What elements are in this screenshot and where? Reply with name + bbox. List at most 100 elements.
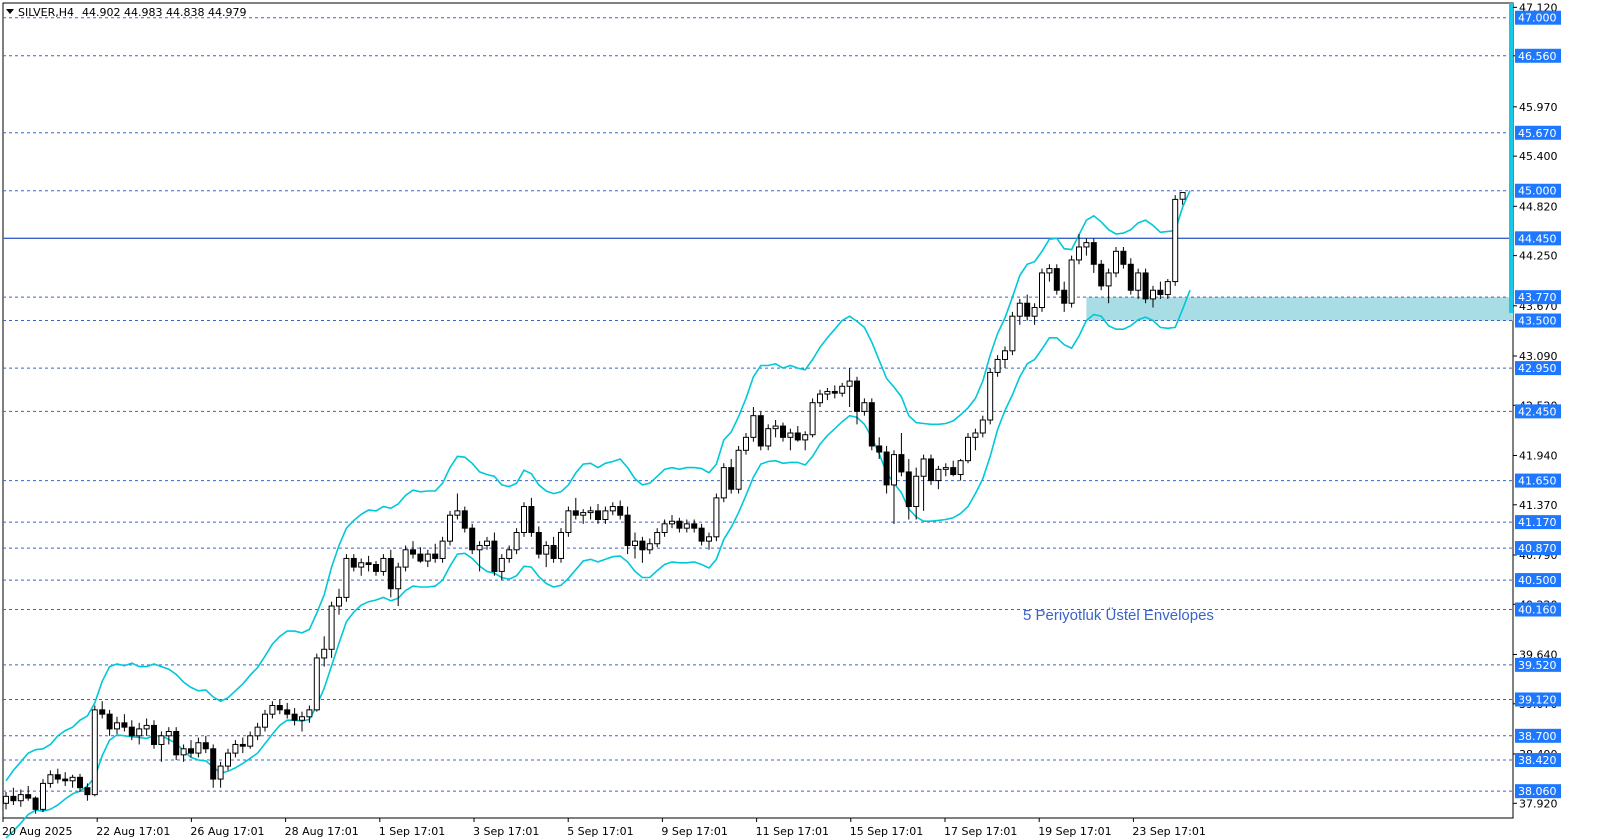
candle-body-bull bbox=[225, 752, 231, 767]
candle-body-bull bbox=[965, 436, 971, 462]
candle-body-bull bbox=[454, 510, 461, 516]
candle-body-bear bbox=[291, 713, 298, 721]
candle-body-bull bbox=[1172, 198, 1179, 283]
candle bbox=[757, 411, 764, 451]
candle-body-bear bbox=[417, 553, 424, 562]
candle-body-bull bbox=[913, 475, 920, 508]
candle-body-bear bbox=[1061, 289, 1068, 304]
candle bbox=[402, 545, 409, 572]
candle-body-bull bbox=[1105, 272, 1112, 287]
candle-body-bull bbox=[750, 415, 757, 438]
candle-body-bull bbox=[891, 454, 897, 486]
candle-body-bull bbox=[979, 419, 986, 434]
x-tick-label: 3 Sep 17:01 bbox=[473, 825, 539, 838]
candle-body-bear bbox=[528, 506, 535, 533]
candle bbox=[1098, 259, 1105, 291]
candle-body-bull bbox=[306, 709, 313, 718]
candle-body-bear bbox=[595, 510, 601, 521]
candle-body-bull bbox=[861, 402, 868, 412]
candle-body-bull bbox=[1031, 307, 1038, 317]
candle bbox=[868, 398, 875, 451]
candle-body-bear bbox=[639, 540, 646, 551]
candle-body-bull bbox=[565, 510, 572, 533]
candle-body-bull bbox=[743, 436, 749, 451]
candle-body-bear bbox=[950, 467, 957, 476]
candle bbox=[91, 705, 98, 797]
candle-body-bear bbox=[469, 527, 476, 551]
x-tick-label: 5 Sep 17:01 bbox=[567, 825, 633, 838]
candle-body-bull bbox=[735, 449, 742, 490]
candle-body-bull bbox=[824, 390, 831, 395]
candle-body-bear bbox=[128, 726, 135, 737]
time-axis[interactable]: 20 Aug 2025 22 Aug 17:01 26 Aug 17:01 28 Au… bbox=[2, 818, 1206, 838]
candle-body-bull bbox=[328, 605, 335, 650]
level-label: 40.500 bbox=[1518, 574, 1557, 587]
level-label: 43.770 bbox=[1518, 291, 1557, 304]
candle-body-bull bbox=[1179, 192, 1186, 200]
y-tick-label: 41.940 bbox=[1519, 449, 1558, 462]
candle-body-bear bbox=[173, 730, 180, 756]
candle-body-bull bbox=[158, 735, 165, 745]
candle-body-bull bbox=[513, 531, 520, 551]
candle-body-bull bbox=[47, 774, 54, 784]
candle-body-bear bbox=[491, 540, 498, 572]
candle-body-bull bbox=[669, 520, 675, 525]
level-label: 38.060 bbox=[1518, 785, 1557, 798]
candle-body-bull bbox=[17, 794, 24, 802]
candle-body-bull bbox=[1068, 259, 1075, 304]
candle-body-bear bbox=[676, 520, 683, 529]
candle-body-bull bbox=[543, 544, 550, 555]
candle-body-bear bbox=[1120, 250, 1127, 265]
x-tick-label: 15 Sep 17:01 bbox=[850, 825, 923, 838]
level-label: 44.450 bbox=[1518, 232, 1557, 245]
candle-body-bull bbox=[269, 705, 276, 715]
candle-body-bull bbox=[247, 735, 254, 747]
candle-body-bear bbox=[868, 402, 875, 447]
candle bbox=[1039, 268, 1045, 312]
candle bbox=[1113, 246, 1119, 278]
candle-body-bull bbox=[358, 562, 365, 568]
candle-body-bull bbox=[424, 553, 431, 562]
level-label: 45.000 bbox=[1518, 185, 1557, 198]
candle-body-bear bbox=[1098, 263, 1105, 287]
candle-body-bull bbox=[506, 549, 513, 559]
candle-body-bull bbox=[846, 380, 853, 387]
x-tick-label: 19 Sep 17:01 bbox=[1038, 825, 1111, 838]
candle bbox=[447, 510, 453, 546]
candle bbox=[1009, 311, 1016, 356]
level-label: 38.420 bbox=[1518, 754, 1557, 767]
candle-body-bull bbox=[180, 748, 187, 756]
candle bbox=[513, 528, 520, 555]
candle-body-bear bbox=[928, 458, 934, 482]
candle-body-bull bbox=[195, 742, 202, 754]
candle bbox=[965, 432, 971, 464]
candle bbox=[720, 463, 727, 503]
level-labels-layer: 47.000 46.560 45.670 45.000 44.450 43.770 43.5… bbox=[1515, 10, 1561, 799]
x-tick-label: 22 Aug 17:01 bbox=[96, 825, 170, 838]
candle-body-bull bbox=[713, 497, 720, 538]
candle bbox=[40, 779, 46, 812]
level-label: 42.950 bbox=[1518, 362, 1557, 375]
x-tick-label: 17 Sep 17:01 bbox=[944, 825, 1017, 838]
candle-body-bear bbox=[728, 467, 735, 490]
candle-body-bull bbox=[1076, 246, 1082, 261]
candle-body-bear bbox=[121, 722, 128, 728]
candle-body-bull bbox=[1016, 302, 1023, 317]
candle-body-bear bbox=[432, 553, 439, 559]
candle-body-bear bbox=[572, 510, 579, 516]
candle-body-bear bbox=[410, 549, 416, 555]
candle-body-bull bbox=[587, 510, 594, 514]
candle-body-bear bbox=[77, 776, 83, 789]
candle-body-bear bbox=[883, 451, 890, 486]
price-chart[interactable]: 47.12046.56045.97045.40044.82044.25043.6… bbox=[0, 0, 1614, 840]
candle-body-bull bbox=[972, 432, 979, 438]
y-tick-label: 43.090 bbox=[1519, 350, 1558, 363]
candle-body-bear bbox=[898, 454, 905, 473]
level-label: 47.000 bbox=[1518, 12, 1557, 25]
candle-body-bear bbox=[1127, 263, 1134, 291]
level-label: 45.670 bbox=[1518, 127, 1557, 140]
candle bbox=[328, 601, 335, 658]
candle-body-bull bbox=[765, 428, 772, 447]
candle-body-bear bbox=[210, 748, 217, 780]
y-tick-label: 44.250 bbox=[1519, 250, 1558, 263]
